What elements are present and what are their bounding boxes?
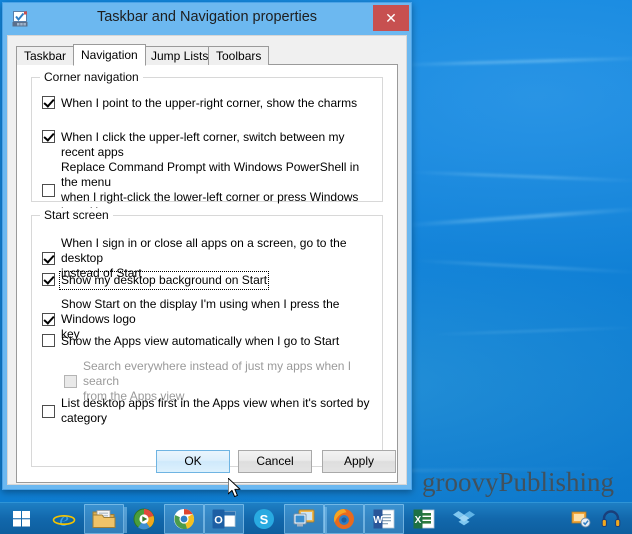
wallpaper-streak [430,326,632,336]
checkbox-show-charms[interactable] [42,96,55,109]
start-screen-legend: Start screen [40,208,113,222]
wallpaper-streak [405,206,632,228]
remote-desktop-icon[interactable] [284,503,327,534]
checkbox-label-list-desktop-apps-first: List desktop apps first in the Apps view… [61,396,370,425]
svg-text:X: X [415,515,422,526]
checkbox-label-apps-view-automatically: Show the Apps view automatically when I … [61,334,340,348]
checkbox-apps-view-automatically[interactable] [42,334,55,347]
taskbar-navigation-properties-dialog: Taskbar and Navigation properties ✕ Task… [2,2,412,490]
firefox-icon[interactable] [324,503,364,534]
checkbox-row-apps-view-automatically[interactable]: Show the Apps view automatically when I … [42,334,374,349]
wallpaper-streak [400,56,632,67]
svg-text:e: e [59,507,68,531]
apply-button[interactable]: Apply [322,450,396,473]
title-bar: Taskbar and Navigation properties ✕ [3,3,411,35]
outlook-icon[interactable]: O [204,503,244,534]
taskbar: e O S W X [0,502,632,534]
checkbox-go-to-desktop[interactable] [42,252,55,265]
checkbox-row-switch-recent-apps[interactable]: When I click the upper-left corner, swit… [42,130,374,160]
tab-strip: Taskbar Navigation Jump Lists Toolbars [16,44,398,66]
internet-explorer-icon[interactable]: e [44,504,84,534]
ok-button[interactable]: OK [156,450,230,473]
dropbox-icon[interactable] [444,504,484,534]
dialog-body: Taskbar Navigation Jump Lists Toolbars C… [7,35,407,485]
checkbox-row-show-charms[interactable]: When I point to the upper-right corner, … [42,96,374,111]
tab-taskbar[interactable]: Taskbar [16,46,75,65]
wallpaper-streak [415,259,632,274]
start-screen-group: Start screen When I sign in or close all… [31,208,383,467]
checkbox-switch-recent-apps[interactable] [42,130,55,143]
desktop: groovyPublishing Taskbar and Navigation … [0,0,632,534]
checkbox-replace-command-prompt[interactable] [42,183,55,197]
tray-notification-icon[interactable] [566,504,596,534]
wallpaper-streak [410,170,632,183]
windows-media-player-icon[interactable] [124,504,164,534]
checkbox-label-desktop-background-on-start: Show my desktop background on Start [58,271,270,290]
close-icon[interactable]: ✕ [373,5,409,31]
svg-text:W: W [373,515,383,526]
file-explorer-icon[interactable] [84,503,127,534]
window-title: Taskbar and Navigation properties [96,9,318,25]
checkbox-row-list-desktop-apps-first[interactable]: List desktop apps first in the Apps view… [42,396,374,426]
checkbox-search-everywhere [64,375,77,388]
checkbox-list-desktop-apps-first[interactable] [42,404,55,418]
checkbox-row-desktop-background-on-start[interactable]: Show my desktop background on Start [42,271,374,290]
checkbox-label-switch-recent-apps: When I click the upper-left corner, swit… [61,130,345,159]
google-chrome-icon[interactable] [164,503,204,534]
system-tray [566,504,632,534]
word-icon[interactable]: W [364,503,404,534]
dialog-button-bar: OK Cancel Apply [16,450,398,476]
tab-navigation[interactable]: Navigation [73,44,146,66]
svg-text:O: O [214,514,223,526]
tab-toolbars[interactable]: Toolbars [208,46,270,65]
svg-text:S: S [260,512,269,527]
start-button[interactable] [0,504,44,534]
tab-jump-lists[interactable]: Jump Lists [143,46,217,65]
cancel-button[interactable]: Cancel [238,450,312,473]
checkbox-label-show-charms: When I point to the upper-right corner, … [61,96,358,110]
navigation-tab-panel: Corner navigation When I point to the up… [16,65,398,483]
excel-icon[interactable]: X [404,504,444,534]
corner-navigation-legend: Corner navigation [40,70,143,84]
checkbox-start-on-current-display[interactable] [42,313,55,326]
watermark: groovyPublishing [421,467,614,497]
checkbox-desktop-background-on-start[interactable] [42,273,55,286]
tray-headphones-icon[interactable] [596,504,626,534]
skype-icon[interactable]: S [244,504,284,534]
corner-navigation-group: Corner navigation When I point to the up… [31,70,383,219]
